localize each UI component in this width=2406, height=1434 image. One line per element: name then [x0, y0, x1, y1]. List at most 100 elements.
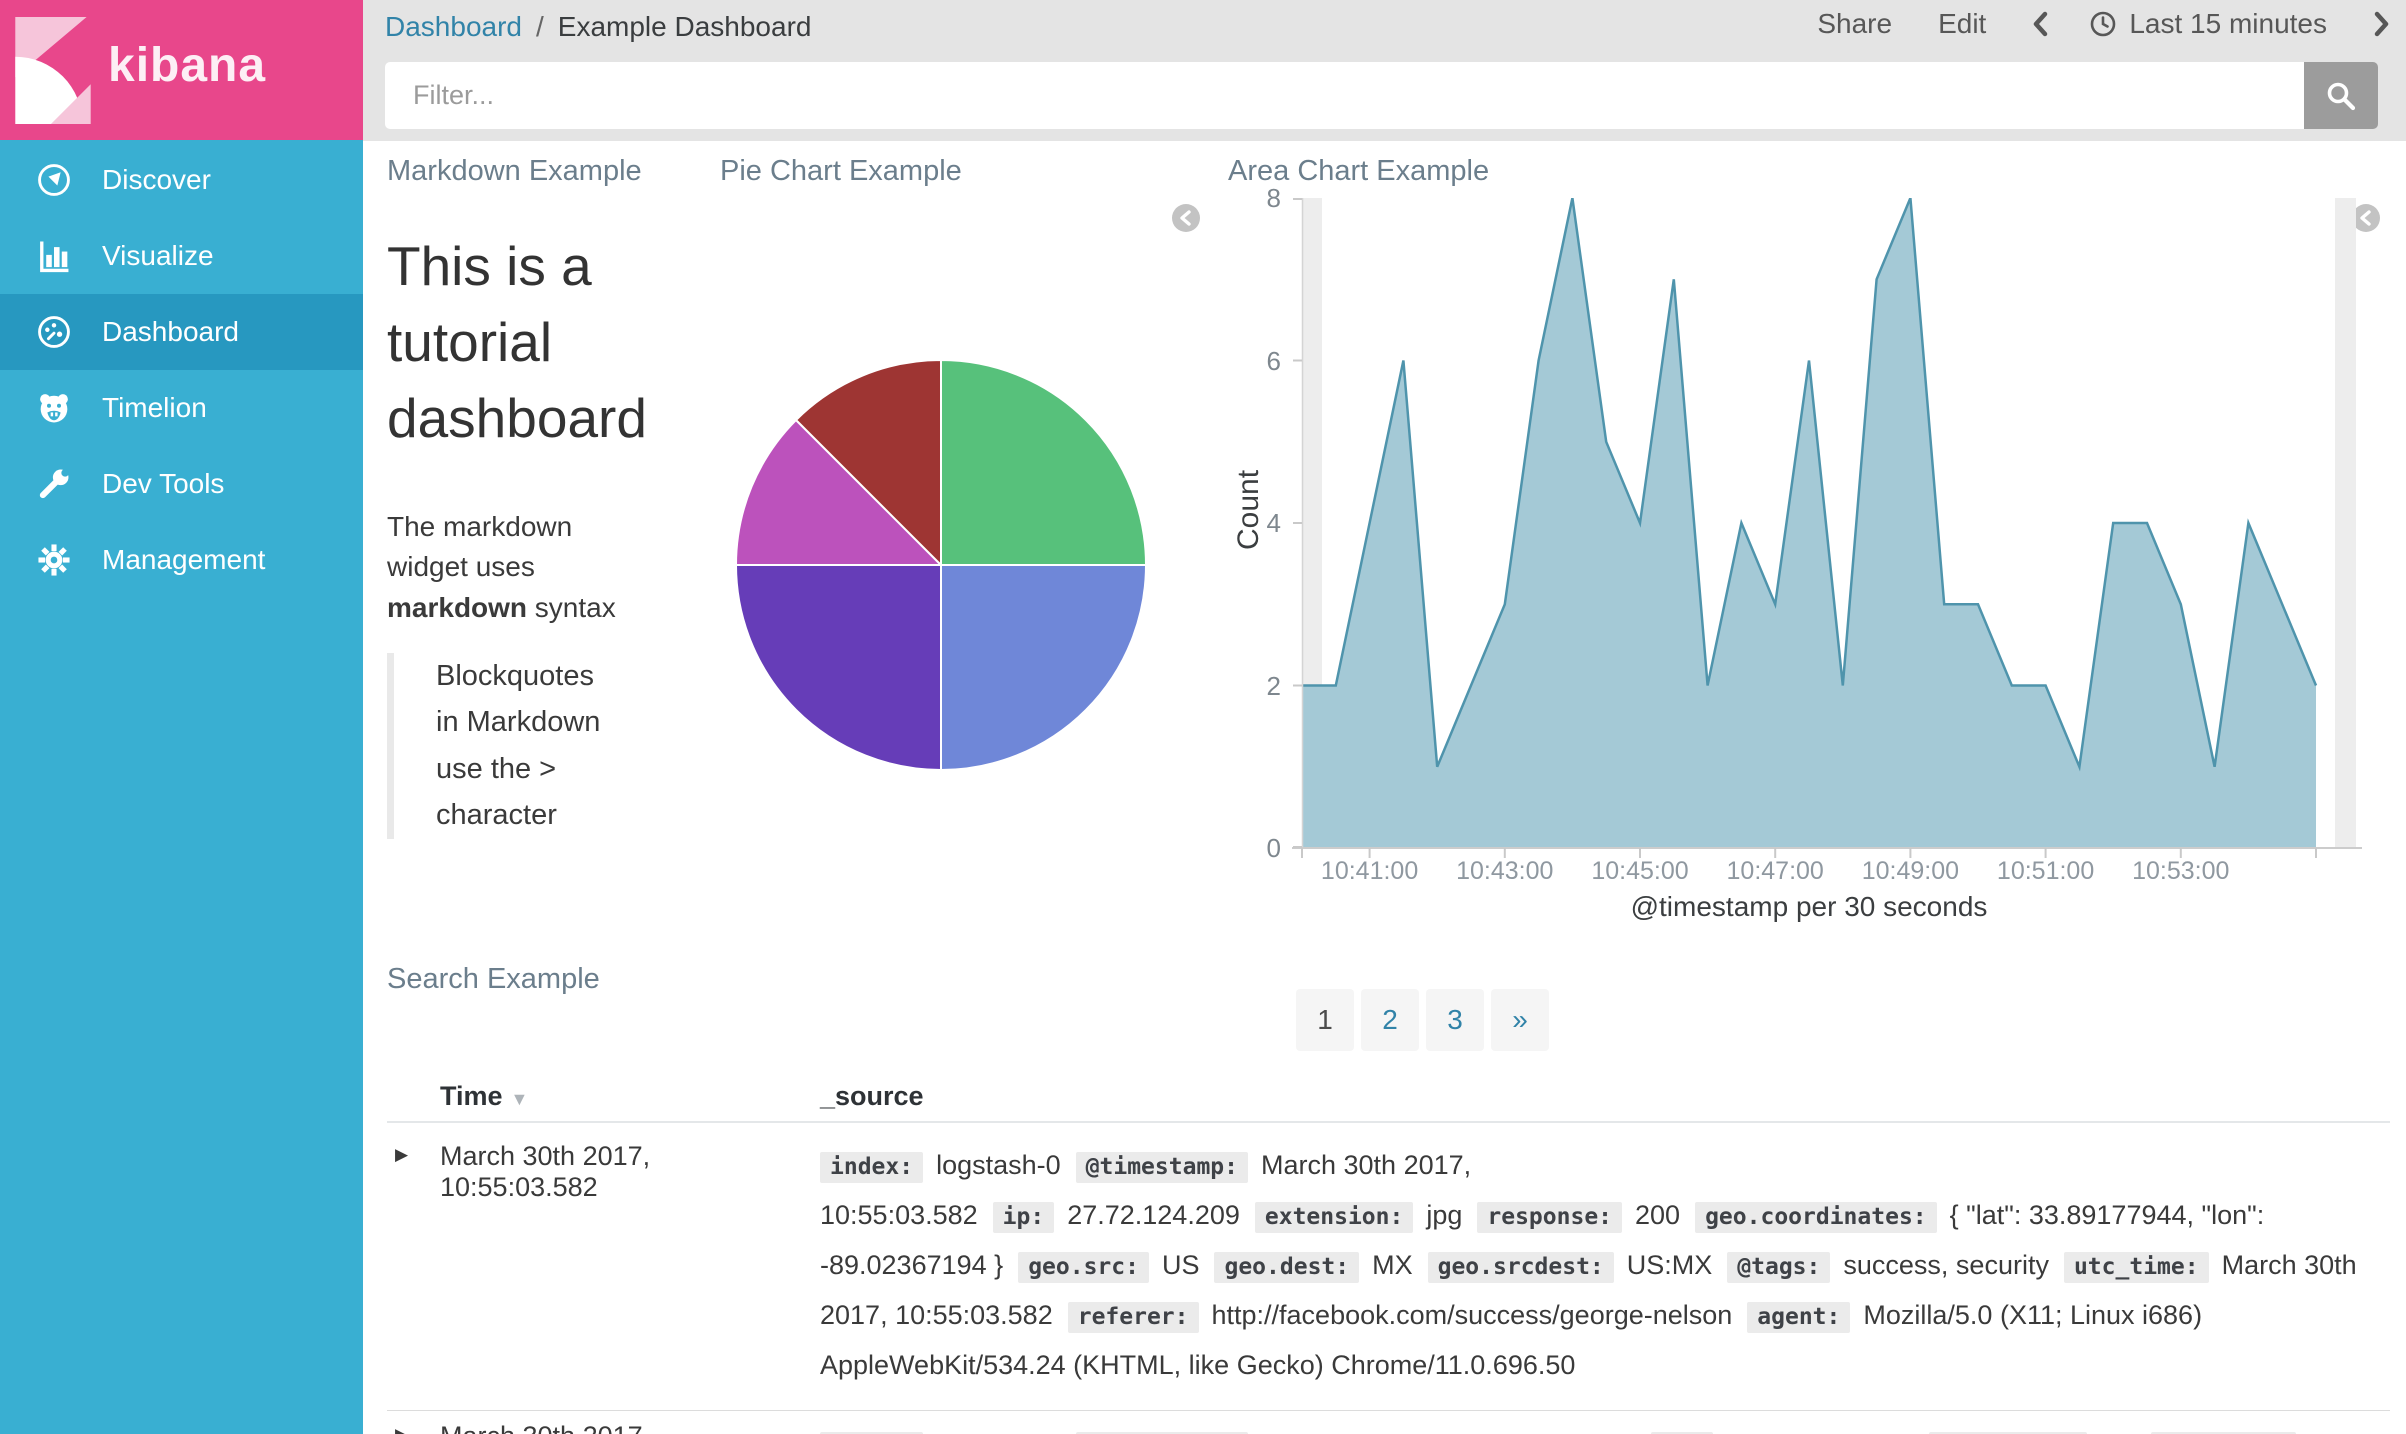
field-key: @tags:: [1727, 1252, 1831, 1283]
field-key: index:: [820, 1152, 924, 1183]
expand-row-icon[interactable]: ▶: [395, 1425, 408, 1434]
pie-slice-green[interactable]: [940, 358, 1148, 566]
sidebar: kibana Discover Visualize Dashboard Time…: [0, 0, 363, 1434]
x-tick-label: 10:47:00: [1726, 857, 1824, 885]
field-value: jpg: [1426, 1200, 1463, 1230]
row-time-cell: March 30th 2017, 10:55:03.582: [440, 1141, 651, 1202]
field-value: MX: [1372, 1250, 1413, 1280]
row-source-cell: index:logstash-0@timestamp:March 30th 20…: [820, 1141, 2390, 1386]
x-tick-label: 10:51:00: [1996, 857, 2095, 885]
dashboard-content: Markdown Example Pie Chart Example Area …: [363, 141, 2406, 1434]
endzone-right: [2335, 198, 2356, 848]
field-key: utc_time:: [2063, 1252, 2209, 1283]
field-value: logstash-0: [936, 1150, 1061, 1180]
column-header-source[interactable]: _source: [820, 1081, 924, 1112]
source-field: response:200: [2151, 1430, 2369, 1434]
y-tick-label: 0: [1266, 833, 1281, 863]
page-button-1[interactable]: 1: [1296, 989, 1354, 1051]
clock-icon: [2091, 11, 2116, 37]
x-tick-label: 10:49:00: [1861, 857, 1960, 885]
breadcrumb-dashboard-link[interactable]: Dashboard: [385, 11, 522, 43]
field-value: US: [1161, 1250, 1200, 1280]
page-button-2[interactable]: 2: [1361, 989, 1419, 1051]
timelion-lion-icon: [40, 394, 68, 423]
x-tick-label: 10:41:00: [1320, 857, 1419, 885]
search-icon: [2327, 82, 2356, 110]
pie-panel-title[interactable]: Pie Chart Example: [720, 155, 962, 188]
expand-row-icon[interactable]: ▶: [395, 1145, 408, 1165]
chevron-right-icon: [2374, 11, 2389, 37]
area-chart[interactable]: [1292, 198, 2362, 863]
markdown-paragraph: The markdown widget uses markdown syntax: [387, 511, 616, 623]
chevron-left-icon: [2034, 11, 2048, 37]
breadcrumb-separator: /: [535, 11, 544, 42]
time-forward-button[interactable]: [2373, 10, 2390, 38]
compass-icon: [38, 164, 70, 196]
time-picker-button[interactable]: Last 15 minutes: [2089, 8, 2327, 40]
kibana-logo[interactable]: kibana: [0, 0, 363, 140]
time-range-label: Last 15 minutes: [2129, 8, 2327, 39]
sidebar-item-label: Visualize: [102, 240, 214, 271]
time-back-button[interactable]: [2032, 10, 2049, 38]
sidebar-item-label: Dev Tools: [102, 468, 225, 499]
row-time-cell: March 30th 2017, 10:55:01.480: [440, 1421, 810, 1434]
gear-icon: [38, 544, 70, 576]
source-field: @tags: success, security: [1727, 1250, 2064, 1283]
field-key: response:: [1477, 1202, 1623, 1233]
sidebar-item-label: Discover: [102, 164, 211, 195]
filter-search-button[interactable]: [2304, 62, 2378, 129]
source-field: geo.srcdest: US:MX: [1427, 1250, 1728, 1283]
field-key: referer:: [1067, 1302, 1199, 1333]
field-key: geo.src:: [1018, 1252, 1149, 1283]
field-value: March 30th 2017, 10:55:01.480: [1261, 1430, 1636, 1434]
markdown-panel-title[interactable]: Markdown Example: [387, 155, 642, 188]
sidebar-item-management[interactable]: Management: [0, 522, 363, 598]
source-field: index:logstash-0: [820, 1430, 1076, 1434]
page-button-next[interactable]: »: [1491, 989, 1549, 1051]
page-button-3[interactable]: 3: [1426, 989, 1484, 1051]
share-button[interactable]: Share: [1817, 8, 1892, 40]
table-row: ▶ March 30th 2017, 10:55:01.480 index:lo…: [387, 1411, 2390, 1434]
wrench-icon: [39, 469, 69, 499]
pie-slice-purple[interactable]: [734, 564, 942, 772]
field-key: agent:: [1747, 1302, 1851, 1333]
sidebar-item-devtools[interactable]: Dev Tools: [0, 446, 363, 522]
sidebar-item-timelion[interactable]: Timelion: [0, 370, 363, 446]
source-field: @timestamp:March 30th 2017, 10:55:01.480: [1075, 1430, 1652, 1434]
area-y-axis-title: Count: [1232, 469, 1265, 550]
pie-chart: [734, 358, 1148, 772]
document-table: Time ▼ _source ▶ March 30th 2017, 10:55:0…: [387, 1077, 2390, 1434]
sidebar-item-label: Management: [102, 544, 266, 575]
table-header: Time ▼ _source: [387, 1077, 2390, 1123]
source-field: response: 200: [1477, 1200, 1695, 1233]
search-panel-title[interactable]: Search Example: [387, 963, 600, 996]
source-field: geo.dest: MX: [1214, 1250, 1427, 1283]
sidebar-item-dashboard[interactable]: Dashboard: [0, 294, 363, 370]
field-key: extension:: [1254, 1202, 1414, 1233]
filter-bar: [385, 62, 2378, 129]
sidebar-item-discover[interactable]: Discover: [0, 142, 363, 218]
y-tick-label: 6: [1266, 345, 1281, 376]
field-key: geo.coordinates:: [1695, 1202, 1937, 1233]
markdown-heading: This is a tutorial dashboard: [387, 235, 647, 449]
source-field: extension: jpg: [1254, 1200, 1478, 1233]
field-value: success, security: [1843, 1250, 2049, 1280]
source-field: index: logstash-0: [820, 1150, 1076, 1183]
field-value: http://facebook.com/success/george-nelso…: [1211, 1300, 1733, 1330]
row-source-cell: index:logstash-0@timestamp:March 30th 20…: [820, 1421, 2390, 1434]
edit-button[interactable]: Edit: [1938, 8, 1986, 40]
breadcrumb-current-page: Example Dashboard: [557, 11, 812, 42]
pie-slice-blue[interactable]: [940, 564, 1148, 772]
field-key: @timestamp:: [1075, 1152, 1248, 1183]
x-tick-label: 10:53:00: [2132, 857, 2230, 885]
column-header-time[interactable]: Time ▼: [440, 1081, 528, 1112]
field-value: 200: [1635, 1200, 1681, 1230]
sidebar-item-visualize[interactable]: Visualize: [0, 218, 363, 294]
pie-panel-collapse-button[interactable]: [1172, 204, 1200, 232]
dashboard-gauge-icon: [38, 316, 70, 348]
filter-input[interactable]: [385, 62, 2304, 129]
area-series-fill[interactable]: [1302, 198, 2316, 848]
kibana-logo-icon: [15, 17, 91, 124]
sort-descending-icon: ▼: [510, 1089, 529, 1109]
y-tick-label: 2: [1266, 670, 1281, 701]
